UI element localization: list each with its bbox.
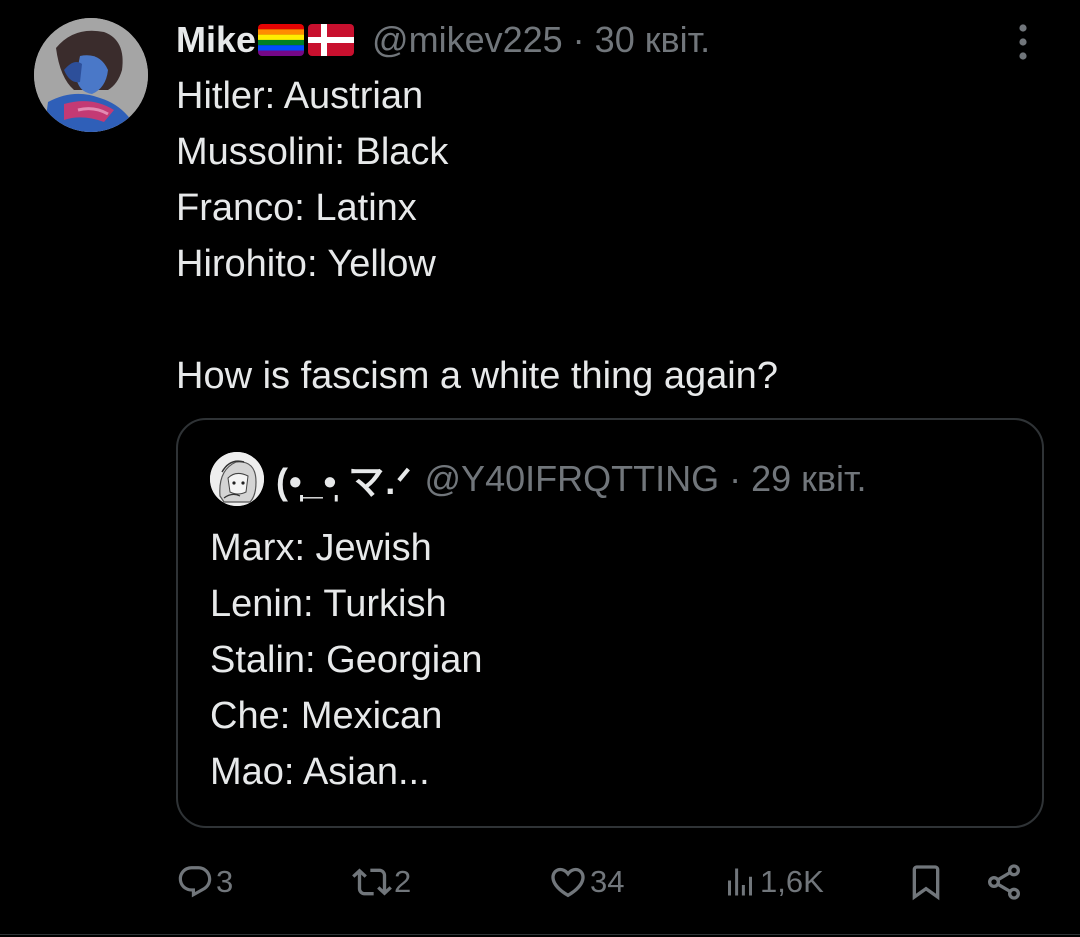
quoted-tweet[interactable]: (•̩̩̩̩_•̩̩̩̩ マ.ᐟ @Y40IFRQTTING · 29 квіт… xyxy=(176,418,1044,828)
quoted-tweet-text: Marx: Jewish Lenin: Turkish Stalin: Geor… xyxy=(210,520,483,800)
repost-button[interactable]: 2 xyxy=(352,852,411,912)
tweet-line: Hitler: Austrian xyxy=(176,75,424,117)
tweet-line: Mussolini: Black xyxy=(176,131,449,173)
tweet-actions: 3 2 34 1,6K xyxy=(0,852,1080,912)
quoted-line: Lenin: Turkish xyxy=(210,583,447,625)
reply-icon xyxy=(178,866,212,898)
views-button[interactable]: 1,6K xyxy=(722,852,824,912)
tweet-date[interactable]: 30 квіт. xyxy=(595,18,710,62)
author-avatar[interactable] xyxy=(34,18,148,132)
tweet[interactable]: Mike @mikev225 · 30 квіт. Hitler: Austri… xyxy=(0,0,1080,937)
quoted-tweet-header: (•̩̩̩̩_•̩̩̩̩ マ.ᐟ @Y40IFRQTTING · 29 квіт… xyxy=(210,452,867,506)
quoted-line: Mao: Asian... xyxy=(210,751,430,793)
tweet-line: How is fascism a white thing again? xyxy=(176,355,778,397)
like-button[interactable]: 34 xyxy=(548,852,624,912)
reply-count: 3 xyxy=(216,864,234,899)
quoted-tweet-date[interactable]: 29 квіт. xyxy=(751,458,866,500)
share-icon xyxy=(988,864,1020,900)
name-flags xyxy=(258,24,358,56)
quoted-author-handle[interactable]: @Y40IFRQTTING xyxy=(425,458,720,500)
tweet-header: Mike @mikev225 · 30 квіт. xyxy=(176,18,710,62)
tweet-line xyxy=(176,292,1036,348)
reply-button[interactable]: 3 xyxy=(176,852,233,912)
author-handle[interactable]: @mikev225 xyxy=(372,18,563,62)
repost-count: 2 xyxy=(394,864,412,899)
views-count: 1,6K xyxy=(760,864,824,899)
views-icon xyxy=(728,868,752,896)
quoted-author-avatar[interactable] xyxy=(210,452,264,506)
tweet-line: Franco: Latinx xyxy=(176,187,417,229)
tweet-line: Hirohito: Yellow xyxy=(176,243,436,285)
quoted-author-name[interactable]: (•̩̩̩̩_•̩̩̩̩ マ.ᐟ xyxy=(276,453,413,505)
tweet-text: Hitler: Austrian Mussolini: Black Franco… xyxy=(176,68,1036,404)
quoted-line: Marx: Jewish xyxy=(210,527,432,569)
quoted-date-separator: · xyxy=(729,458,742,499)
rainbow-flag-icon xyxy=(258,24,305,56)
more-options-button[interactable] xyxy=(1006,20,1040,64)
more-vertical-icon xyxy=(1019,24,1027,60)
author-name[interactable]: Mike xyxy=(176,18,256,62)
like-count: 34 xyxy=(590,864,625,899)
date-separator: · xyxy=(572,19,585,60)
share-button[interactable] xyxy=(984,852,1024,912)
quoted-line: Stalin: Georgian xyxy=(210,639,483,681)
repost-icon xyxy=(352,868,392,896)
quoted-line: Che: Mexican xyxy=(210,695,443,737)
bookmark-button[interactable] xyxy=(906,852,946,912)
bookmark-icon xyxy=(912,865,940,901)
heart-icon xyxy=(551,867,585,898)
denmark-flag-icon xyxy=(308,24,355,56)
tweet-divider xyxy=(0,934,1080,935)
